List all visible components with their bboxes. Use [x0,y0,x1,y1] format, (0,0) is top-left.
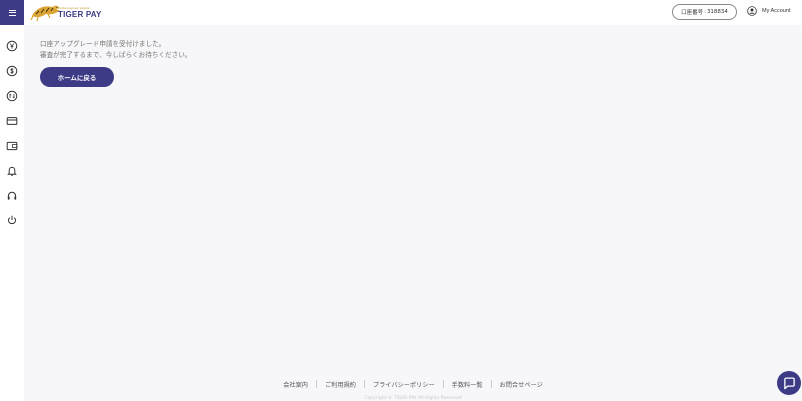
page: Global payment solution TIGER PAY 口座番号 :… [0,0,802,401]
bell-icon[interactable] [6,165,18,177]
account-number-separator: : [704,9,706,15]
my-account-link[interactable]: My Account [762,8,790,14]
message-line-1: 口座アップグレード申請を受付けました。 [40,40,166,48]
top-header: Global payment solution TIGER PAY 口座番号 :… [0,0,802,25]
credit-card-icon[interactable] [6,115,18,127]
footer-link-fees[interactable]: 手数料一覧 [444,380,491,389]
message-line-2: 審査が完了するまで、今しばらくお待ちください。 [40,51,192,59]
copyright-text: Copyright © TIGER PAY All Rights Reserve… [364,396,462,401]
hamburger-menu-button[interactable] [0,0,24,25]
footer-link-terms[interactable]: ご利用規約 [317,380,364,389]
sidebar-nav [0,25,24,401]
footer-link-privacy[interactable]: プライバシーポリシー [365,380,443,389]
headset-icon[interactable] [6,190,18,202]
chat-bubble-icon [783,376,795,389]
dollar-circle-icon[interactable] [6,65,18,77]
brand-name: TIGER PAY [58,10,102,19]
account-number-label: 口座番号 [681,10,704,16]
transfer-circle-icon[interactable] [6,90,18,102]
upgrade-confirmation-message: 口座アップグレード申請を受付けました。 審査が完了するまで、今しばらくお待ちくだ… [40,39,191,61]
hamburger-icon [8,8,16,17]
account-number-value: 318834 [706,9,728,15]
yen-circle-icon[interactable] [6,40,18,52]
footer-link-company[interactable]: 会社案内 [275,380,316,389]
footer-links: 会社案内 ご利用規約 プライバシーポリシー 手数料一覧 お問合せページ [0,379,802,389]
power-icon[interactable] [6,214,18,226]
chat-widget-button[interactable] [777,371,801,395]
user-circle-icon[interactable] [747,6,757,16]
account-number-pill[interactable]: 口座番号 : 318834 [672,4,737,20]
footer-link-contact[interactable]: お問合せページ [492,380,551,389]
main-content: 口座アップグレード申請を受付けました。 審査が完了するまで、今しばらくお待ちくだ… [24,25,802,401]
back-to-home-button[interactable]: ホームに戻る [40,67,114,87]
wallet-icon[interactable] [6,140,18,152]
